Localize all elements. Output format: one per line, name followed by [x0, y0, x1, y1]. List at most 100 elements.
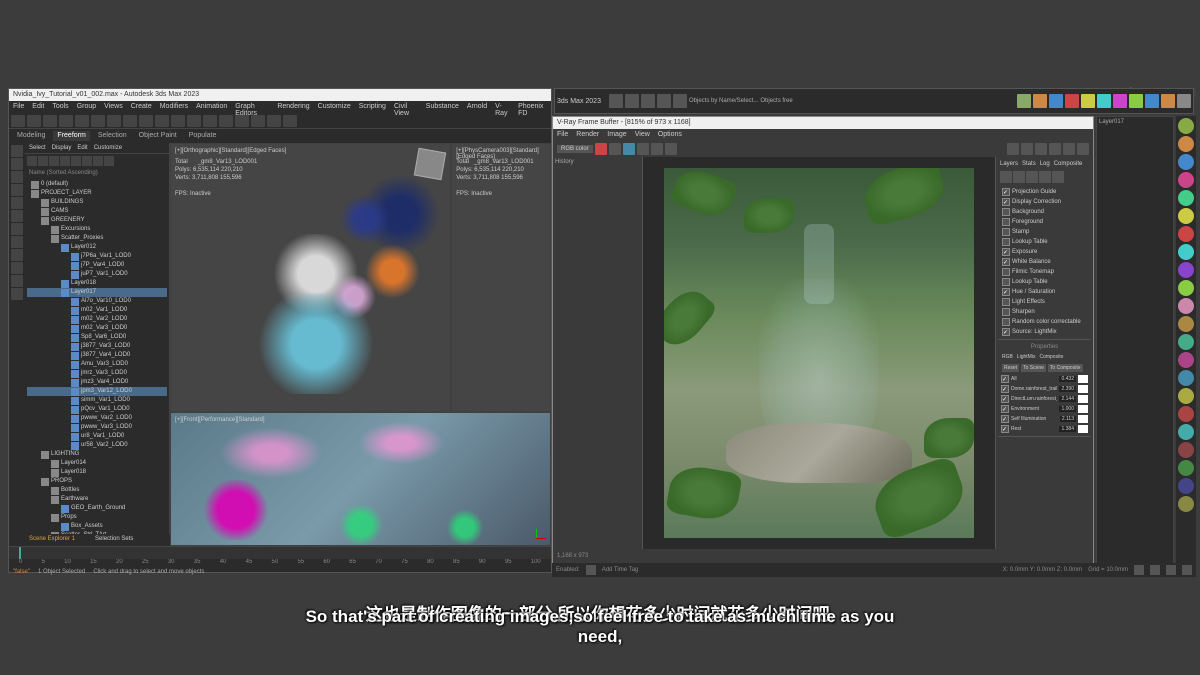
vfb-tool-icon[interactable] — [1049, 143, 1061, 155]
floater-icon[interactable] — [657, 94, 671, 108]
menu-customize[interactable]: Customize — [318, 103, 351, 111]
element-value[interactable]: 2.144 — [1059, 396, 1076, 402]
tree-item[interactable]: juP7_Var1_LOD0 — [27, 270, 167, 279]
vfb-render-view[interactable] — [643, 157, 995, 549]
vp-label[interactable]: [+][Orthographic][Standard][Edged Faces] — [175, 148, 286, 154]
vfb-layer-item[interactable]: Display Correction — [1000, 197, 1089, 207]
vfb-tool-icon[interactable] — [665, 143, 677, 155]
tree-item[interactable]: jpm3_Var12_LOD0 — [27, 387, 167, 396]
asset-icon[interactable] — [1178, 388, 1194, 404]
tree-item[interactable]: Al7o_Var10_LOD0 — [27, 297, 167, 306]
tree-item[interactable]: pwww_Var2_LOD0 — [27, 414, 167, 423]
tree-item[interactable]: ur8_Var1_LOD0 — [27, 432, 167, 441]
vfb-tab-stats[interactable]: Stats — [1022, 161, 1036, 167]
asset-icon[interactable] — [1178, 352, 1194, 368]
tree-item[interactable]: PROJECT_LAYER — [27, 189, 167, 198]
menu-arnold[interactable]: Arnold — [467, 103, 487, 111]
se-tool-icon[interactable] — [11, 210, 23, 222]
prop-tab-rgb[interactable]: RGB — [1002, 354, 1013, 360]
vfb-tool-icon[interactable] — [1063, 143, 1075, 155]
se-filter-icon[interactable] — [27, 156, 37, 166]
tree-item[interactable]: 0 (default) — [27, 180, 167, 189]
menu-rendering[interactable]: Rendering — [277, 103, 309, 111]
floater-color-icon[interactable] — [1081, 94, 1095, 108]
foliage-cluster[interactable] — [201, 480, 271, 540]
layer-checkbox[interactable] — [1002, 318, 1010, 326]
vfb-tool-icon[interactable] — [1021, 143, 1033, 155]
se-filter-icon[interactable] — [71, 156, 81, 166]
element-value[interactable]: 0.432 — [1059, 376, 1076, 382]
se-tool-icon[interactable] — [11, 275, 23, 287]
tree-item[interactable]: m02_Var3_LOD0 — [27, 324, 167, 333]
tree-item[interactable]: Layer017 — [27, 288, 167, 297]
se-tab-explorer[interactable]: Scene Explorer 1 — [29, 536, 75, 544]
se-tool-icon[interactable] — [11, 223, 23, 235]
tree-item[interactable]: GEO_Earth_Ground — [27, 504, 167, 513]
floater-search[interactable]: Objects by Name/Select... — [689, 98, 758, 104]
asset-icon[interactable] — [1178, 298, 1194, 314]
layer-checkbox[interactable] — [1002, 198, 1010, 206]
status-add-time[interactable]: Add Time Tag — [602, 567, 639, 573]
nav-icon[interactable] — [1134, 565, 1144, 575]
vfb-layer-item[interactable]: Filmic Tonemap — [1000, 267, 1089, 277]
color-swatch[interactable] — [1078, 395, 1088, 403]
ribbon-selection[interactable]: Selection — [94, 131, 131, 141]
tree-item[interactable]: Layer014 — [27, 459, 167, 468]
tree-item[interactable]: Layer018 — [27, 468, 167, 477]
vfb-tool-icon[interactable] — [1035, 143, 1047, 155]
se-tool-icon[interactable] — [11, 249, 23, 261]
foliage-cluster[interactable] — [251, 294, 381, 394]
color-swatch[interactable] — [1078, 425, 1088, 433]
vfb-tab-composite[interactable]: Composite — [1054, 161, 1083, 167]
foliage-cluster[interactable] — [331, 505, 391, 545]
tree-item[interactable]: jmz3_Var4_LOD0 — [27, 378, 167, 387]
vfb-layer-item[interactable]: Exposure — [1000, 247, 1089, 257]
undo-icon[interactable] — [11, 115, 25, 127]
menu-v-ray[interactable]: V-Ray — [495, 103, 510, 111]
asset-icon[interactable] — [1178, 172, 1194, 188]
se-tab-customize[interactable]: Customize — [94, 145, 122, 151]
vfb-layer-item[interactable]: Background — [1000, 207, 1089, 217]
layer-tool-icon[interactable] — [1000, 171, 1012, 183]
menu-group[interactable]: Group — [77, 103, 96, 111]
align-icon[interactable] — [203, 115, 217, 127]
tree-item[interactable]: j3877_Var3_LOD0 — [27, 342, 167, 351]
layer-checkbox[interactable] — [1002, 328, 1010, 336]
status-icon[interactable] — [586, 565, 596, 575]
floater-icon[interactable] — [673, 94, 687, 108]
floater-color-icon[interactable] — [1161, 94, 1175, 108]
se-filter-icon[interactable] — [60, 156, 70, 166]
element-checkbox[interactable] — [1001, 385, 1009, 393]
material-editor-icon[interactable] — [251, 115, 265, 127]
element-checkbox[interactable] — [1001, 425, 1009, 433]
timeline-marker[interactable] — [19, 547, 21, 559]
asset-icon[interactable] — [1178, 442, 1194, 458]
tree-item[interactable]: Excursions — [27, 225, 167, 234]
floater-icon[interactable] — [625, 94, 639, 108]
timeline[interactable] — [9, 547, 551, 559]
tree-item[interactable]: m02_Var2_LOD0 — [27, 315, 167, 324]
floater-color-icon[interactable] — [1129, 94, 1143, 108]
tree-item[interactable]: Amu_Var3_LOD0 — [27, 360, 167, 369]
menu-scripting[interactable]: Scripting — [359, 103, 386, 111]
asset-icon[interactable] — [1178, 208, 1194, 224]
floater-icon[interactable] — [609, 94, 623, 108]
move-icon[interactable] — [91, 115, 105, 127]
floater-color-icon[interactable] — [1049, 94, 1063, 108]
tree-item[interactable]: Box_Assets — [27, 522, 167, 531]
tree-item[interactable]: BUILDINGS — [27, 198, 167, 207]
se-tool-icon[interactable] — [11, 197, 23, 209]
rotate-icon[interactable] — [107, 115, 121, 127]
floater-color-icon[interactable] — [1033, 94, 1047, 108]
vfb-channel-dropdown[interactable]: RGB color — [557, 145, 593, 153]
tree-item[interactable]: Earthware — [27, 495, 167, 504]
vfb-menu-view[interactable]: View — [635, 131, 650, 139]
color-swatch[interactable] — [1078, 375, 1088, 383]
se-tab-edit[interactable]: Edit — [77, 145, 87, 151]
foliage-cluster[interactable] — [440, 510, 490, 545]
menu-edit[interactable]: Edit — [32, 103, 44, 111]
select-icon[interactable] — [75, 115, 89, 127]
tree-item[interactable]: jmrz_Var3_LOD0 — [27, 369, 167, 378]
se-sort-header[interactable]: Name (Sorted Ascending) — [25, 168, 169, 178]
viewport-camera[interactable]: [+][PhysCamera003][Standard][Edged Faces… — [452, 144, 550, 411]
